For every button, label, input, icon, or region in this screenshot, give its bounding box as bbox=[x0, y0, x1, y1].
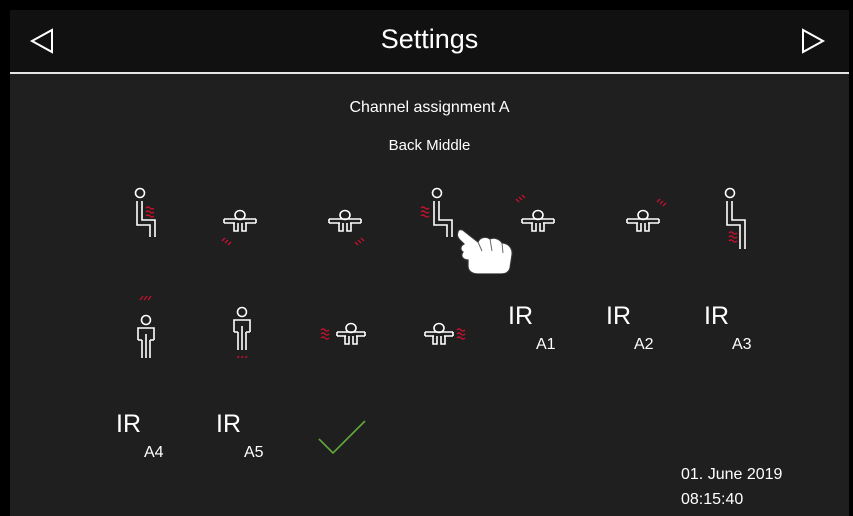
body-top-left-side-heat-icon bbox=[320, 322, 366, 345]
body-top-right-side-heat-icon bbox=[424, 322, 466, 345]
seat-side-calf-heat-icon bbox=[724, 187, 746, 249]
checkmark-icon bbox=[318, 420, 366, 455]
body-front-feet-heat-icon bbox=[233, 306, 251, 358]
confirm-button[interactable] bbox=[315, 415, 371, 459]
zone-button-head[interactable] bbox=[130, 292, 190, 358]
ir-channel-a2[interactable]: IR A2 bbox=[606, 302, 676, 362]
body-top-lower-left-heat-icon bbox=[221, 209, 257, 246]
zone-button-left-side[interactable] bbox=[315, 292, 375, 358]
ir-channel-a1[interactable]: IR A1 bbox=[508, 302, 578, 362]
zone-button-back[interactable] bbox=[125, 183, 185, 249]
zone-button-right-side[interactable] bbox=[415, 292, 475, 358]
ir-channel-id: A4 bbox=[144, 444, 164, 461]
zone-button-feet[interactable] bbox=[218, 292, 278, 358]
ir-label: IR bbox=[116, 410, 141, 438]
ir-channel-id: A2 bbox=[634, 336, 654, 353]
triangle-right-icon bbox=[802, 28, 826, 54]
settings-screen: Settings Channel assignment A Back Middl… bbox=[10, 10, 849, 516]
date-text: 01. June 2019 bbox=[681, 466, 783, 483]
body-top-upper-right-heat-icon bbox=[626, 198, 667, 232]
ir-channel-a3[interactable]: IR A3 bbox=[704, 302, 774, 362]
ir-channel-a4[interactable]: IR A4 bbox=[116, 410, 186, 470]
ir-channel-a5[interactable]: IR A5 bbox=[216, 410, 286, 470]
next-button[interactable] bbox=[797, 26, 827, 56]
zone-button-lower-left[interactable] bbox=[210, 183, 270, 249]
ir-label: IR bbox=[508, 302, 533, 330]
hand-pointer-icon bbox=[456, 229, 513, 274]
zone-name: Back Middle bbox=[388, 137, 471, 154]
page-title: Settings bbox=[380, 24, 479, 54]
ir-label: IR bbox=[704, 302, 729, 330]
body-top-lower-right-heat-icon bbox=[328, 209, 365, 246]
time-text: 08:15:40 bbox=[681, 491, 744, 508]
header-bar: Settings bbox=[10, 10, 849, 74]
seat-side-back-heat-icon bbox=[134, 187, 156, 237]
channel-title: Channel assignment A bbox=[349, 99, 510, 116]
ir-channel-id: A5 bbox=[244, 444, 264, 461]
zone-button-lower-right[interactable] bbox=[315, 183, 375, 249]
ir-label: IR bbox=[606, 302, 631, 330]
zone-button-calf[interactable] bbox=[715, 183, 775, 249]
body-front-head-heat-icon bbox=[137, 295, 155, 358]
ir-channel-id: A1 bbox=[536, 336, 556, 353]
ir-channel-id: A3 bbox=[732, 336, 752, 353]
zone-button-upper-right[interactable] bbox=[613, 183, 673, 249]
ir-label: IR bbox=[216, 410, 241, 438]
datetime-display: 01. June 2019 08:15:40 bbox=[681, 462, 782, 512]
